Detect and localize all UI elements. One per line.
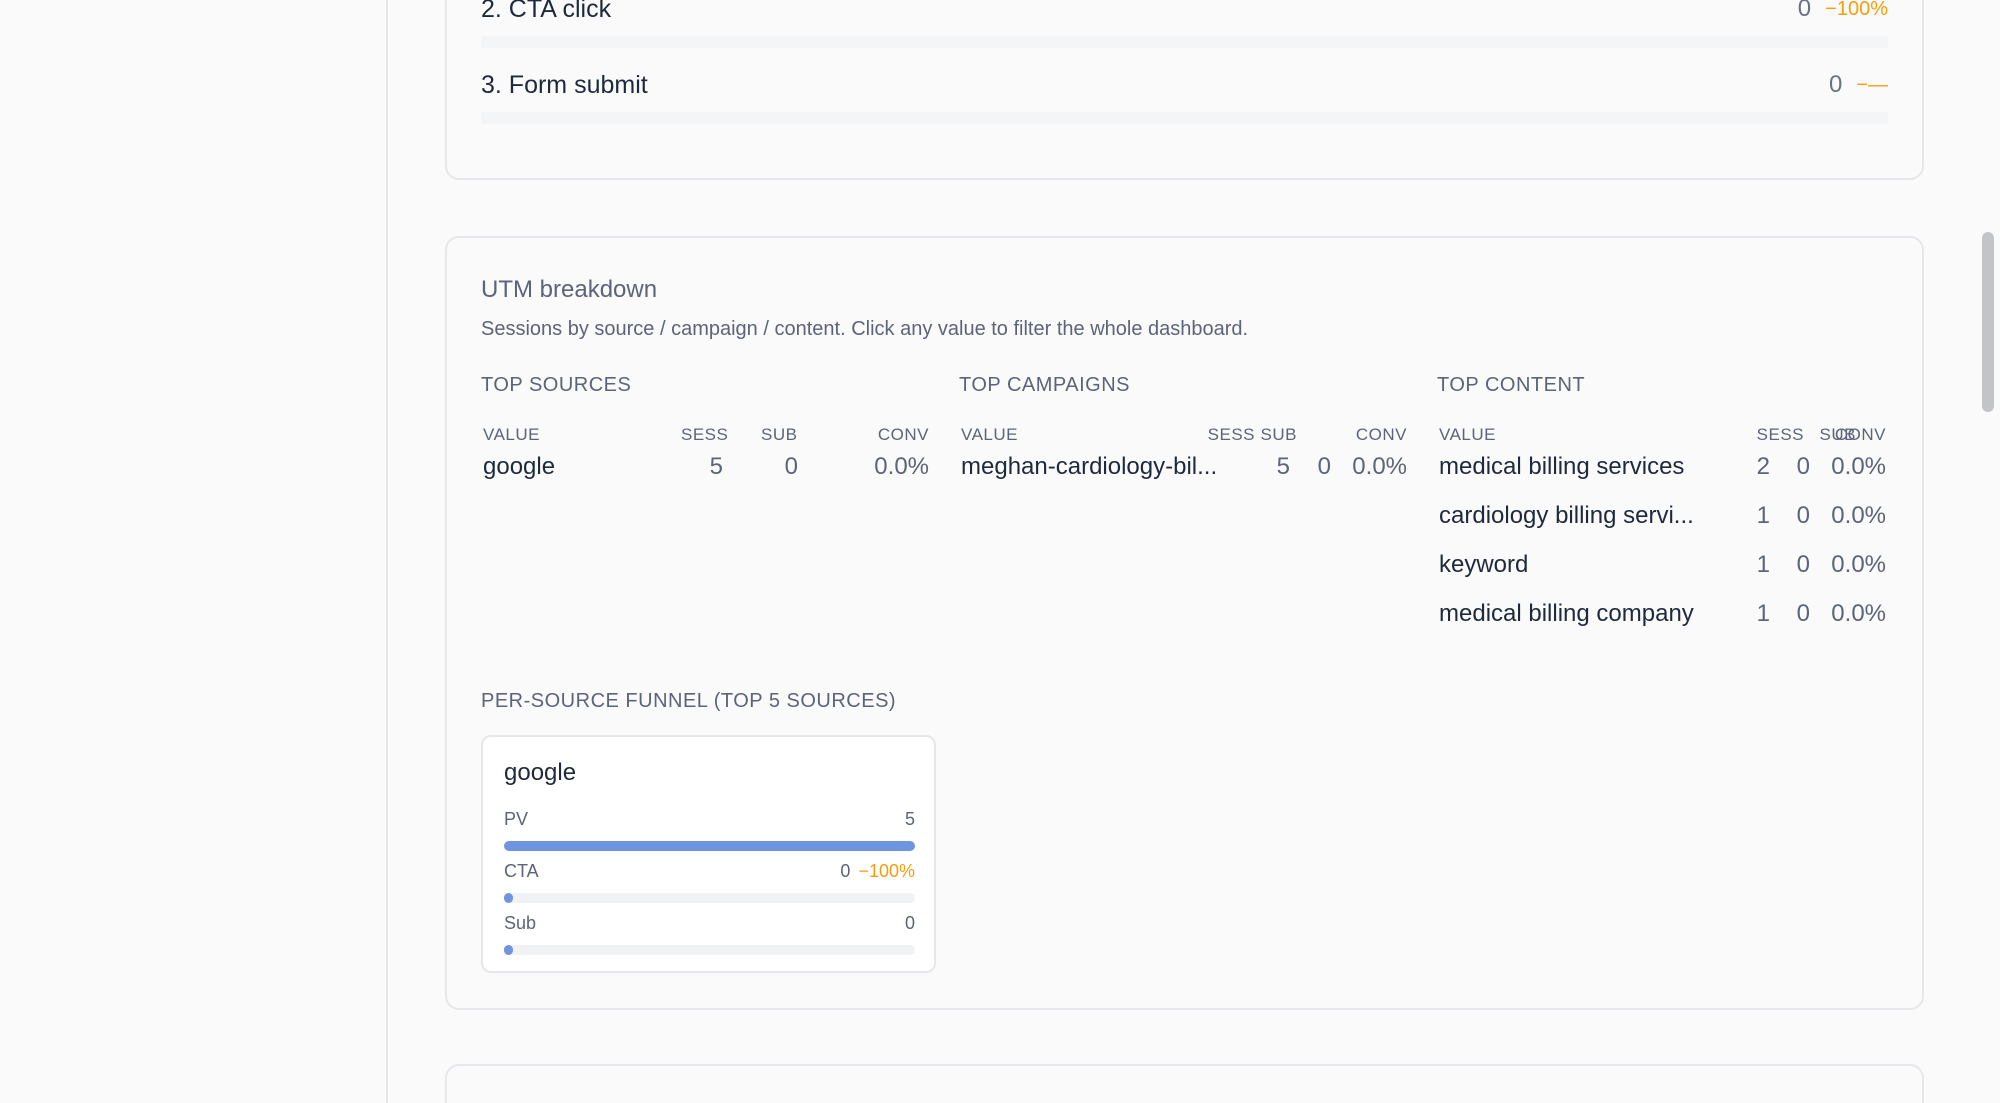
- bar-track: [504, 841, 915, 851]
- header-value: VALUE: [483, 425, 540, 444]
- bar-label: CTA: [504, 861, 539, 881]
- content-value[interactable]: cardiology billing servi...: [1439, 502, 1709, 530]
- bar-label: PV: [504, 809, 529, 829]
- sess-value: 1: [1756, 551, 1770, 578]
- table-row[interactable]: google 5 0 0.0%: [481, 453, 929, 502]
- content-value[interactable]: medical billing company: [1439, 600, 1709, 628]
- bar-fill: [504, 841, 915, 851]
- top-content-table: TOP CONTENT VALUE SESS SUB CONV medical …: [1437, 374, 1886, 649]
- source-funnel-card[interactable]: google PV 5 CTA 0 −100% Sub 0: [481, 735, 936, 973]
- funnel-step-delta: −100%: [1825, 0, 1888, 20]
- bar-value: 5: [904, 809, 915, 829]
- top-sources-title: TOP SOURCES: [481, 374, 632, 396]
- funnel-step-count: 0: [1797, 0, 1812, 22]
- top-content-title: TOP CONTENT: [1437, 374, 1586, 396]
- next-card: [445, 1064, 1924, 1103]
- funnel-step-count: 0: [1828, 71, 1843, 98]
- bar-delta: −100%: [858, 861, 915, 881]
- per-source-funnel-title: PER-SOURCE FUNNEL (TOP 5 SOURCES): [481, 690, 897, 712]
- source-name: google: [504, 759, 577, 786]
- bar-fill: [504, 945, 513, 955]
- utm-title: UTM breakdown: [481, 276, 658, 303]
- conv-value: 0.0%: [874, 453, 929, 480]
- source-value[interactable]: google: [483, 453, 663, 481]
- header-value: VALUE: [1439, 425, 1496, 444]
- utm-breakdown-card: UTM breakdown Sessions by source / campa…: [445, 236, 1924, 1010]
- top-sources-table: TOP SOURCES VALUE SESS SUB CONV google 5…: [481, 374, 929, 502]
- main-content: 2. CTA click 0 −100% 3. Form submit 0 −—…: [390, 0, 2000, 1103]
- header-conv: CONV: [1355, 425, 1407, 444]
- utm-subtitle: Sessions by source / campaign / content.…: [481, 318, 1249, 340]
- table-row[interactable]: keyword 1 0 0.0%: [1437, 551, 1886, 600]
- sess-value: 2: [1756, 453, 1770, 480]
- table-row[interactable]: medical billing services 2 0 0.0%: [1437, 453, 1886, 502]
- funnel-bar-cta: CTA 0 −100%: [504, 861, 915, 903]
- sub-value: 0: [784, 453, 798, 480]
- bar-track: [504, 893, 915, 903]
- bar-value: 0: [904, 913, 915, 933]
- header-sess: SESS: [1756, 425, 1804, 444]
- campaign-value[interactable]: meghan-cardiology-bil...: [961, 453, 1231, 481]
- sub-value: 0: [1796, 551, 1810, 578]
- conv-value: 0.0%: [1831, 551, 1886, 578]
- sess-value: 1: [1756, 600, 1770, 627]
- funnel-bar-pv: PV 5: [504, 809, 915, 851]
- header-sub: SUB: [761, 425, 798, 444]
- conv-value: 0.0%: [1831, 502, 1886, 529]
- table-row[interactable]: cardiology billing servi... 1 0 0.0%: [1437, 502, 1886, 551]
- bar-track: [504, 945, 915, 955]
- header-conv: CONV: [1834, 425, 1886, 444]
- sess-value: 1: [1756, 502, 1770, 529]
- sub-value: 0: [1317, 453, 1331, 480]
- sidebar: [0, 0, 388, 1103]
- sess-value: 5: [1276, 453, 1290, 480]
- bar-label: Sub: [504, 913, 537, 933]
- bar-value: 0: [840, 861, 851, 881]
- header-conv: CONV: [877, 425, 929, 444]
- table-row[interactable]: medical billing company 1 0 0.0%: [1437, 600, 1886, 649]
- conv-value: 0.0%: [1831, 453, 1886, 480]
- header-sess: SESS: [681, 425, 729, 444]
- funnel-bar-sub: Sub 0: [504, 913, 915, 955]
- table-header: VALUE SESS SUB CONV: [481, 425, 929, 453]
- funnel-step-row: 2. CTA click 0 −100%: [481, 0, 1888, 48]
- funnel-step-delta: −—: [1856, 73, 1888, 96]
- sub-value: 0: [1796, 502, 1810, 529]
- table-header: VALUE SESS SUB CONV: [959, 425, 1407, 453]
- top-campaigns-table: TOP CAMPAIGNS VALUE SESS SUB CONV meghan…: [959, 374, 1407, 502]
- header-value: VALUE: [961, 425, 1018, 444]
- table-row[interactable]: meghan-cardiology-bil... 5 0 0.0%: [959, 453, 1407, 502]
- funnel-step-name: 2. CTA click: [481, 0, 612, 23]
- funnel-card: 2. CTA click 0 −100% 3. Form submit 0 −—: [445, 0, 1924, 180]
- sess-value: 5: [709, 453, 723, 480]
- scrollbar-thumb[interactable]: [1982, 232, 1994, 412]
- sub-value: 0: [1796, 453, 1810, 480]
- conv-value: 0.0%: [1831, 600, 1886, 627]
- header-sub: SUB: [1260, 425, 1297, 444]
- funnel-step-name: 3. Form submit: [481, 70, 648, 99]
- content-value[interactable]: medical billing services: [1439, 453, 1709, 481]
- sub-value: 0: [1796, 600, 1810, 627]
- conv-value: 0.0%: [1352, 453, 1407, 480]
- top-campaigns-title: TOP CAMPAIGNS: [959, 374, 1130, 396]
- header-sess: SESS: [1207, 425, 1255, 444]
- funnel-step-row: 3. Form submit 0 −—: [481, 58, 1888, 124]
- table-header: VALUE SESS SUB CONV: [1437, 425, 1886, 453]
- content-value[interactable]: keyword: [1439, 551, 1709, 579]
- bar-fill: [504, 893, 513, 903]
